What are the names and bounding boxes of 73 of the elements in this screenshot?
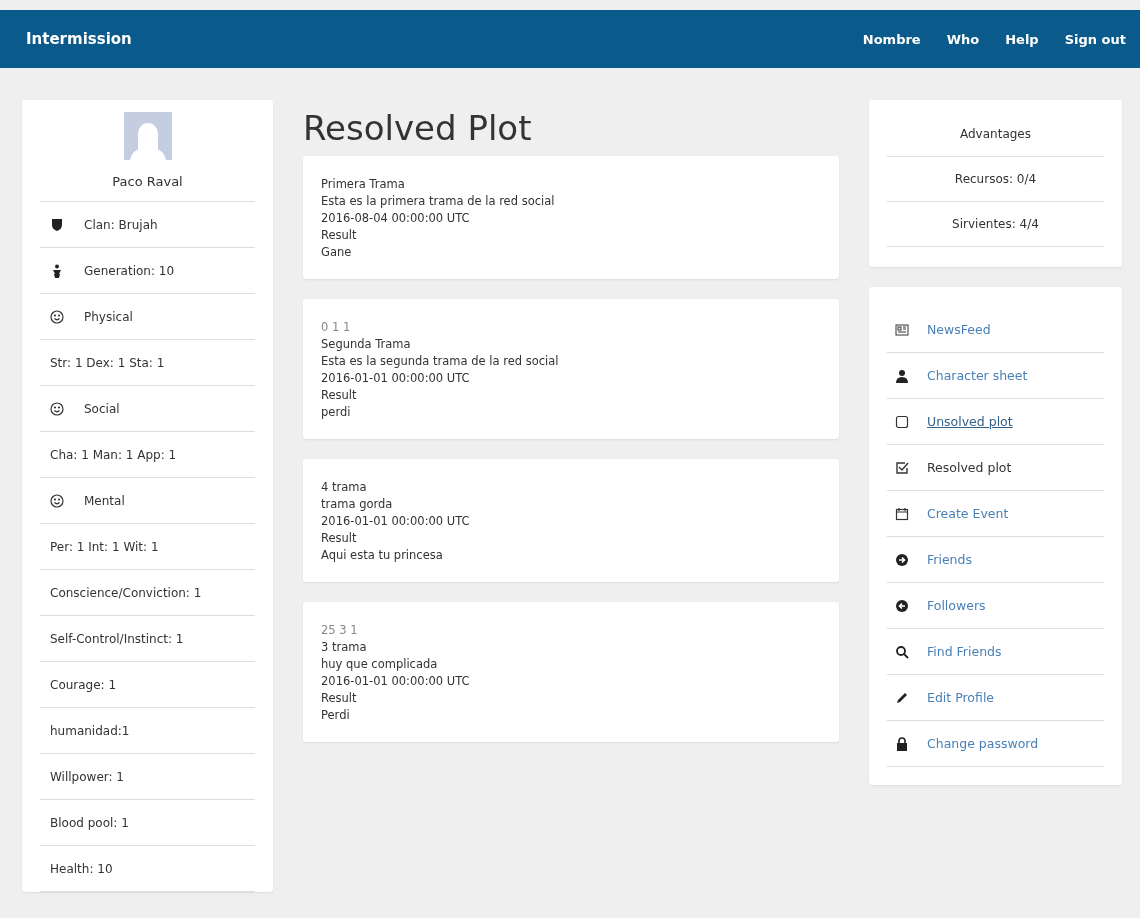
menu-link[interactable]: NewsFeed <box>927 322 991 337</box>
shield-icon <box>50 217 64 232</box>
stat-text: Physical <box>84 309 133 324</box>
search-icon <box>895 644 909 659</box>
brand-logo[interactable]: Intermission <box>26 30 132 48</box>
menu-link[interactable]: Change password <box>927 736 1039 751</box>
plot-line: 2016-01-01 00:00:00 UTC <box>321 370 471 387</box>
plot-line: Result <box>321 387 358 404</box>
stat-text: Social <box>84 401 120 416</box>
smiley-icon <box>50 309 64 324</box>
plot-line: Esta es la segunda trama de la red social <box>321 353 560 370</box>
stat-text: Health: 10 <box>50 861 113 876</box>
advantage-text: Sirvientes: 4/4 <box>952 217 1039 231</box>
plot-line: perdi <box>321 404 352 421</box>
plot-line: huy que complicada <box>321 656 439 673</box>
plot-line: Esta es la primera trama de la red social <box>321 193 556 210</box>
stat-text: Self-Control/Instinct: 1 <box>50 631 184 646</box>
menu-link[interactable]: Followers <box>927 598 986 613</box>
plot-line: 2016-08-04 00:00:00 UTC <box>321 210 471 227</box>
newspaper-icon <box>895 322 909 337</box>
menu-link[interactable]: Resolved plot <box>927 460 1012 475</box>
menu-link[interactable]: Find Friends <box>927 644 1002 659</box>
nav-link[interactable]: Nombre <box>862 31 921 47</box>
plot-line: trama gorda <box>321 496 394 513</box>
page-title: Resolved Plot <box>303 108 533 148</box>
avatar-icon <box>123 112 172 160</box>
lock-icon <box>895 736 909 751</box>
stat-text: Per: 1 Int: 1 Wit: 1 <box>50 539 159 554</box>
character-name: Paco Raval <box>40 160 255 202</box>
plot-line: 2016-01-01 00:00:00 UTC <box>321 673 471 690</box>
advantages-title: Advantages <box>960 127 1031 141</box>
stat-text: humanidad:1 <box>50 723 130 738</box>
plot-line: Aqui esta tu princesa <box>321 547 444 564</box>
plot-line: Result <box>321 690 358 707</box>
nav-link[interactable]: Help <box>1005 31 1039 47</box>
stat-text: Str: 1 Dex: 1 Sta: 1 <box>50 355 165 370</box>
plot-line: Segunda Trama <box>321 336 412 353</box>
nav-link[interactable]: Sign out <box>1064 31 1126 47</box>
nav-link[interactable]: Who <box>946 31 980 47</box>
menu-link[interactable]: Character sheet <box>927 368 1028 383</box>
stat-text: Courage: 1 <box>50 677 117 692</box>
stat-text: Mental <box>84 493 125 508</box>
vote-counts: 0 1 1 <box>321 319 352 336</box>
smiley-icon <box>50 493 64 508</box>
stat-text: Conscience/Conviction: 1 <box>50 585 202 600</box>
vote-counts: 25 3 1 <box>321 622 359 639</box>
plot-line: Primera Trama <box>321 176 406 193</box>
plot-line: 3 trama <box>321 639 368 656</box>
advantage-text: Recursos: 0/4 <box>954 172 1037 186</box>
pencil-icon <box>895 690 909 705</box>
menu-link[interactable]: Edit Profile <box>927 690 995 705</box>
person-icon <box>50 263 64 278</box>
checkbox-icon <box>895 414 909 429</box>
menu-link[interactable]: Create Event <box>927 506 1009 521</box>
stat-text: Cha: 1 Man: 1 App: 1 <box>50 447 177 462</box>
checked-box-icon <box>895 460 909 475</box>
plot-line: 4 trama <box>321 479 368 496</box>
stat-text: Generation: 10 <box>84 263 175 278</box>
arrow-right-circle-icon <box>895 552 909 567</box>
calendar-icon <box>895 506 909 521</box>
stat-text: Blood pool: 1 <box>50 815 129 830</box>
plot-line: Perdi <box>321 707 351 724</box>
user-icon <box>895 368 909 383</box>
plot-line: Result <box>321 227 358 244</box>
smiley-icon <box>50 401 64 416</box>
menu-link[interactable]: Friends <box>927 552 972 567</box>
plot-line: Gane <box>321 244 353 261</box>
stat-text: Willpower: 1 <box>50 769 124 784</box>
plot-line: Result <box>321 530 358 547</box>
menu-link[interactable]: Unsolved plot <box>927 414 1013 429</box>
plot-line: 2016-01-01 00:00:00 UTC <box>321 513 471 530</box>
arrow-left-circle-icon <box>895 598 909 613</box>
stat-text: Clan: Brujah <box>84 217 158 232</box>
